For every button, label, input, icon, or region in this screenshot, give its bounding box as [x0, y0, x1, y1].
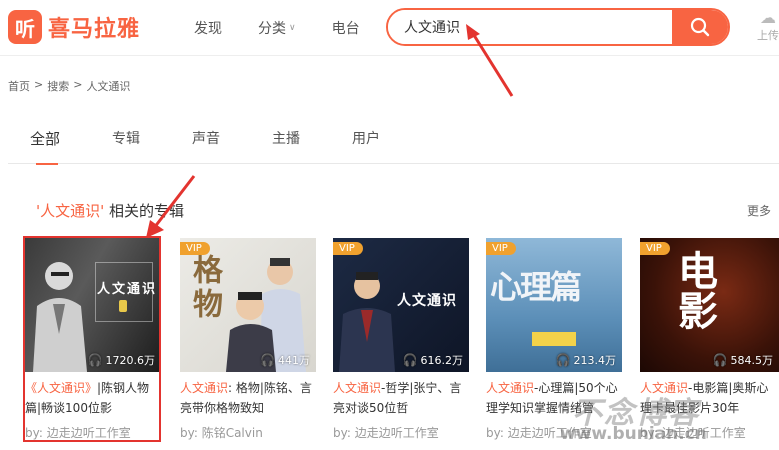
annotation-arrow-search: [466, 24, 514, 97]
album-title-keyword: 人文通识: [486, 381, 535, 395]
play-count: 🎧 213.4万: [556, 352, 616, 368]
vip-badge: VIP: [486, 242, 516, 255]
headphones-icon: 🎧: [712, 353, 728, 367]
search-icon: [690, 17, 710, 37]
logo-icon: 听: [8, 10, 42, 44]
chevron-down-icon: ∨: [289, 23, 296, 33]
breadcrumb: 首页 > 搜索 > 人文通识: [8, 78, 134, 94]
search-box: [386, 8, 730, 46]
headphones-icon: 🎧: [555, 353, 571, 367]
host-photo: [339, 272, 395, 372]
top-header: 听 喜马拉雅 发现 分类∨ 电台 ☁ 上传: [0, 0, 779, 56]
vip-badge: VIP: [180, 242, 210, 255]
play-count-value: 213.4万: [573, 354, 617, 367]
logo[interactable]: 听 喜马拉雅: [8, 10, 140, 44]
breadcrumb-search[interactable]: 搜索: [47, 78, 69, 94]
cloud-upload-icon: ☁: [760, 8, 776, 27]
album-title-keyword: 人文通识: [180, 381, 229, 395]
breadcrumb-current: 人文通识: [86, 80, 131, 93]
breadcrumb-separator: >: [34, 78, 44, 91]
play-count: 🎧 441万: [260, 352, 310, 368]
upload-label: 上传: [757, 29, 779, 42]
tab-all[interactable]: 全部: [8, 128, 60, 165]
nav-discover-label: 发现: [194, 21, 222, 37]
album-author[interactable]: by: 边走边听工作室: [640, 424, 779, 441]
play-count: 🎧 616.2万: [403, 352, 463, 368]
main-nav: 发现 分类 ∨ 电台: [194, 18, 396, 38]
nav-radio[interactable]: 电台: [332, 18, 360, 38]
more-link[interactable]: 更多: [747, 202, 771, 219]
album-author[interactable]: by: 边走边听工作室: [333, 424, 469, 441]
breadcrumb-home[interactable]: 首页: [8, 78, 30, 94]
cover-title: 人文通识: [397, 293, 457, 309]
tab-anchors[interactable]: 主播: [250, 128, 300, 164]
logo-text: 喜马拉雅: [48, 17, 141, 42]
album-card[interactable]: 心理篇 VIP 🎧 213.4万 人文通识-心理篇|50个心理学知识掌握情绪管 b…: [486, 238, 622, 441]
annotation-highlight-box: [23, 236, 161, 442]
album-cover[interactable]: 格物 VIP 🎧 441万: [180, 238, 316, 372]
nav-category-label: 分类: [258, 21, 286, 37]
tab-sounds[interactable]: 声音: [170, 128, 220, 164]
search-button[interactable]: [672, 10, 728, 44]
section-keyword: 人文通识: [40, 202, 101, 220]
search-input[interactable]: [388, 10, 672, 44]
play-count-value: 584.5万: [730, 354, 774, 367]
cover-title: 电影: [678, 249, 718, 335]
nav-category[interactable]: 分类 ∨: [258, 18, 296, 38]
album-title-keyword: 人文通识: [640, 381, 689, 395]
tab-albums[interactable]: 专辑: [90, 128, 140, 164]
album-cover[interactable]: 心理篇 VIP 🎧 213.4万: [486, 238, 622, 372]
album-card[interactable]: 电影 VIP 🎧 584.5万 人文通识-电影篇|奥斯心理卡最佳影片30年 by:…: [640, 238, 779, 441]
album-title[interactable]: 人文通识-心理篇|50个心理学知识掌握情绪管: [486, 378, 622, 418]
album-title[interactable]: 人文通识-哲学|张宁、言亮对谈50位哲: [333, 378, 469, 418]
nav-discover[interactable]: 发现: [194, 18, 222, 38]
album-cover[interactable]: 人文通识 VIP 🎧 616.2万: [333, 238, 469, 372]
album-title-keyword: 人文通识: [333, 381, 382, 395]
album-title[interactable]: 人文通识: 格物|陈铭、言亮带你格物致知: [180, 378, 316, 418]
play-count-value: 616.2万: [420, 354, 464, 367]
album-author[interactable]: by: 陈铭Calvin: [180, 424, 316, 441]
tab-users[interactable]: 用户: [330, 128, 380, 164]
result-tabs: 全部 专辑 声音 主播 用户: [8, 128, 779, 165]
play-count: 🎧 584.5万: [713, 352, 773, 368]
album-card[interactable]: 格物 VIP 🎧 441万 人文通识: 格物|陈铭、言亮带你格物致知 by: 陈铭…: [180, 238, 316, 441]
cover-label: [532, 332, 576, 346]
upload-button[interactable]: ☁ 上传: [757, 8, 779, 43]
headphones-icon: 🎧: [260, 353, 275, 367]
vip-badge: VIP: [333, 242, 363, 255]
vip-badge: VIP: [640, 242, 670, 255]
annotation-arrow-card: [146, 175, 196, 238]
album-cover[interactable]: 电影 VIP 🎧 584.5万: [640, 238, 779, 372]
album-title[interactable]: 人文通识-电影篇|奥斯心理卡最佳影片30年: [640, 378, 779, 418]
nav-radio-label: 电台: [331, 21, 360, 37]
album-card[interactable]: 人文通识 VIP 🎧 616.2万 人文通识-哲学|张宁、言亮对谈50位哲 by:…: [333, 238, 469, 441]
album-author[interactable]: by: 边走边听工作室: [486, 424, 622, 441]
cover-title: 心理篇: [490, 268, 582, 306]
breadcrumb-separator: >: [73, 78, 83, 91]
play-count-value: 441万: [278, 354, 310, 367]
headphones-icon: 🎧: [402, 353, 418, 367]
